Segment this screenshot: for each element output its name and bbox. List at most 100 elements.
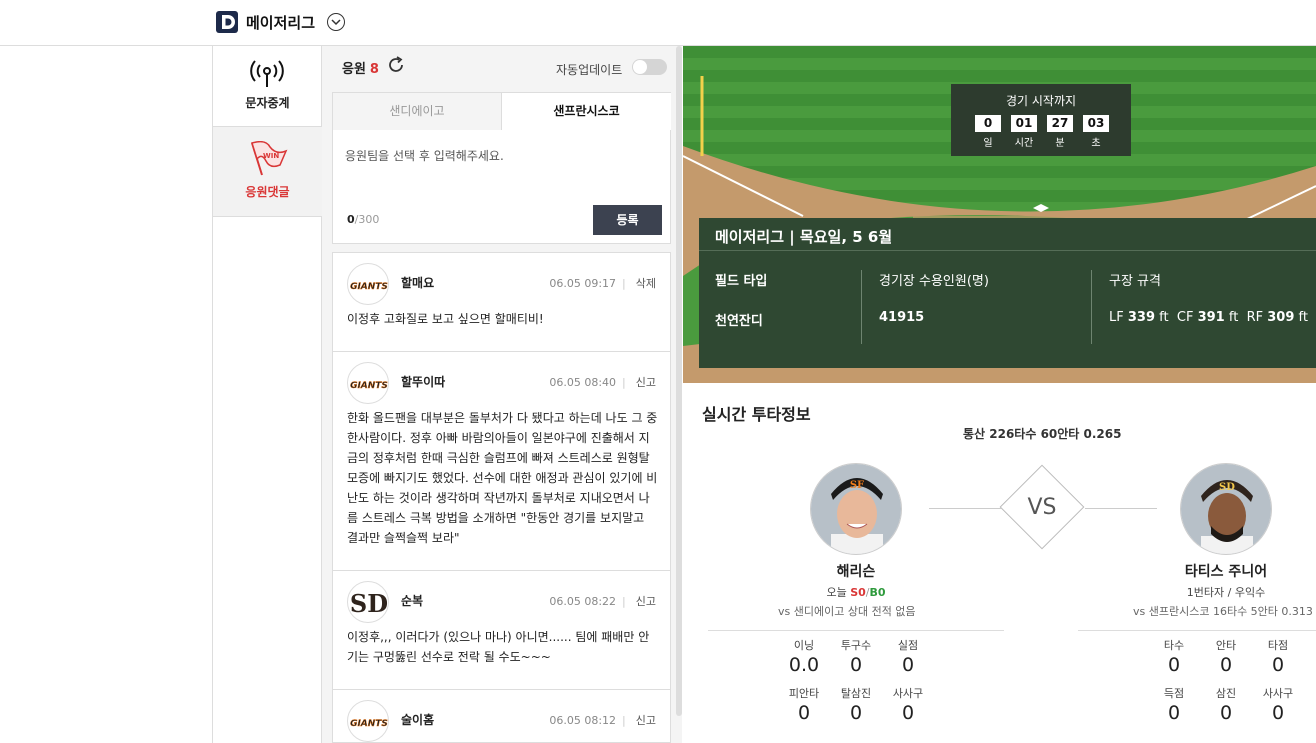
stat-rbi: 타점 0 [1267, 639, 1289, 676]
divider [1085, 508, 1157, 509]
nav-cheer-comments[interactable]: WIN 응원댓글 [213, 127, 322, 217]
padres-logo-icon: SD [347, 581, 389, 623]
svg-text:SD: SD [350, 589, 388, 618]
svg-text:WIN: WIN [263, 152, 279, 160]
giants-logo-icon: GIANTS [347, 263, 389, 305]
cheer-header: 응원 8 [342, 58, 379, 77]
stadium-field: 경기 시작까지 0일 01 시간 27 분 03 초 메이저리그 | 목요일, 5 6… [683, 46, 1316, 383]
field-type: 필드 타입 천연잔디 [715, 274, 768, 329]
team-tabs: 샌디에이고 샌프란시스코 [332, 92, 671, 130]
nav-text-broadcast[interactable]: 문자중계 [213, 46, 322, 127]
comment-text: 이정후,,, 이러다가 (있으나 마나) 아니면...... 팀에 패배만 안기… [347, 630, 650, 664]
report-link[interactable]: 신고 [636, 595, 656, 608]
comment-placeholder: 응원팀을 선택 후 입력해주세요. [345, 149, 504, 163]
auto-update-label: 자동업데이트 [556, 63, 623, 77]
stat-walks: 사사구 0 [892, 687, 924, 724]
comment-meta: 06.05 08:40 | 신고 [549, 376, 656, 389]
divider [1078, 630, 1316, 631]
stat-at-bats: 타수 0 [1163, 639, 1185, 676]
svg-text:GIANTS: GIANTS [350, 719, 388, 729]
batter-position: 1번타자 / 우익수 [1186, 586, 1266, 599]
cheer-scrollbar[interactable] [676, 46, 682, 716]
svg-text:SF: SF [850, 480, 864, 491]
report-link[interactable]: 신고 [636, 376, 656, 389]
stat-runs-scored: 득점 0 [1163, 687, 1185, 724]
pitcher-name[interactable]: 해리슨 [810, 561, 902, 581]
stat-innings: 이닝 0.0 [788, 639, 820, 676]
game-countdown: 경기 시작까지 0일 01 시간 27 분 03 초 [951, 84, 1131, 156]
submit-button[interactable]: 등록 [593, 205, 662, 235]
comment-item: GIANTS 할뚜이따 06.05 08:40 | 신고 한화 올드팬을 대부분은 … [333, 352, 670, 571]
svg-text:GIANTS: GIANTS [350, 282, 388, 292]
comment-author[interactable]: 술이홈 [401, 711, 434, 728]
comment-input[interactable]: 응원팀을 선택 후 입력해주세요. 0/300 등록 [332, 130, 671, 244]
divider [861, 270, 862, 344]
stadium-title: 메이저리그 | 목요일, 5 6월 [715, 228, 893, 246]
giants-logo-icon: GIANTS [347, 362, 389, 404]
comment-text: 한화 올드팬을 대부분은 돌부처가 다 됐다고 하는데 나도 그 중 한사람이다… [347, 411, 658, 545]
stadium-capacity: 경기장 수용인원(명) 41915 [879, 274, 989, 325]
comment-author[interactable]: 할뚜이따 [401, 373, 445, 390]
sidebar: 문자중계 WIN 응원댓글 [212, 46, 322, 743]
divider [708, 630, 1004, 631]
comment-meta: 06.05 08:12 | 신고 [549, 714, 656, 727]
chevron-down-icon[interactable] [327, 13, 345, 31]
countdown-seconds: 03 초 [1083, 115, 1109, 149]
pitcher-vs-record: vs 샌디에이고 상대 전적 없음 [778, 605, 916, 618]
career-summary: 통산 226타수 60안타 0.265 [963, 427, 1122, 441]
stat-strikeouts: 탈삼진 0 [840, 687, 872, 724]
nav-label: 문자중계 [245, 96, 290, 110]
live-matchup: 실시간 투타정보 통산 226타수 60안타 0.265 VS SF 해리슨 오… [683, 383, 1316, 743]
comment-item: GIANTS 할매요 06.05 09:17 | 삭제 이정후 고화질로 보고 싶으… [333, 253, 670, 352]
batter-vs-record: vs 샌프란시스코 16타수 5안타 0.313 [1133, 605, 1313, 618]
countdown-minutes: 27 분 [1047, 115, 1073, 149]
cheer-panel: 응원 8 자동업데이트 샌디에이고 샌프란시스코 응원팀을 선택 후 입력해주세요… [322, 46, 682, 743]
tab-sandiego[interactable]: 샌디에이고 [333, 93, 502, 130]
comment-meta: 06.05 08:22 | 신고 [549, 595, 656, 608]
daum-logo-icon[interactable] [216, 11, 238, 33]
batter-name[interactable]: 타티스 주니어 [1150, 561, 1302, 581]
delete-link[interactable]: 삭제 [636, 277, 656, 290]
countdown-hours: 01 시간 [1011, 115, 1037, 149]
report-link[interactable]: 신고 [636, 714, 656, 727]
comment-text: 이정후 고화질로 보고 싶으면 할매티비! [347, 312, 544, 326]
stat-hits: 안타 0 [1215, 639, 1237, 676]
svg-text:GIANTS: GIANTS [350, 381, 388, 391]
divider [699, 250, 1316, 251]
brand-title[interactable]: 메이저리그 [246, 12, 315, 33]
batter-photo[interactable]: SD [1180, 463, 1272, 555]
stat-pitches: 투구수 0 [840, 639, 872, 676]
nav-label: 응원댓글 [245, 185, 290, 199]
win-flag-icon: WIN [251, 141, 288, 176]
stat-walks: 사사구 0 [1262, 687, 1294, 724]
broadcast-icon [250, 60, 284, 87]
stat-strikeouts: 삼진 0 [1215, 687, 1237, 724]
svg-text:SD: SD [1219, 482, 1235, 493]
pitcher-photo[interactable]: SF [810, 463, 902, 555]
stat-runs: 실점 0 [897, 639, 919, 676]
comment-list: GIANTS 할매요 06.05 09:17 | 삭제 이정후 고화질로 보고 싶으… [332, 252, 671, 743]
cheer-title: 응원 [342, 62, 366, 77]
comment-item: SD 순복 06.05 08:22 | 신고 이정후,,, 이러다가 (있으나 마나… [333, 571, 670, 690]
stat-hits-allowed: 피안타 0 [788, 687, 820, 724]
giants-logo-icon: GIANTS [347, 700, 389, 742]
divider [929, 508, 1001, 509]
pitcher-today: 오늘 S0/B0 [826, 586, 886, 599]
comment-item: GIANTS 술이홈 06.05 08:12 | 신고 [333, 690, 670, 742]
divider [1091, 270, 1092, 344]
cheer-count: 8 [369, 62, 379, 77]
top-bar: 메이저리그 [0, 0, 1316, 46]
stadium-info: 메이저리그 | 목요일, 5 6월 필드 타입 천연잔디 경기장 수용인원(명)… [699, 218, 1316, 368]
refresh-icon[interactable] [387, 56, 405, 74]
countdown-title: 경기 시작까지 [1005, 94, 1077, 108]
comment-author[interactable]: 할매요 [401, 274, 434, 291]
live-title: 실시간 투타정보 [702, 405, 811, 424]
countdown-days: 0일 [975, 115, 1001, 149]
char-counter: 0/300 [347, 213, 380, 226]
vs-label: VS [1027, 495, 1057, 520]
field-dimensions: 구장 규격 LF 339 ft CF 391 ft RF 309 ft [1109, 274, 1308, 325]
comment-meta: 06.05 09:17 | 삭제 [549, 277, 656, 290]
auto-update-toggle[interactable] [632, 59, 667, 75]
tab-sanfrancisco[interactable]: 샌프란시스코 [502, 93, 671, 130]
comment-author[interactable]: 순복 [401, 592, 423, 609]
